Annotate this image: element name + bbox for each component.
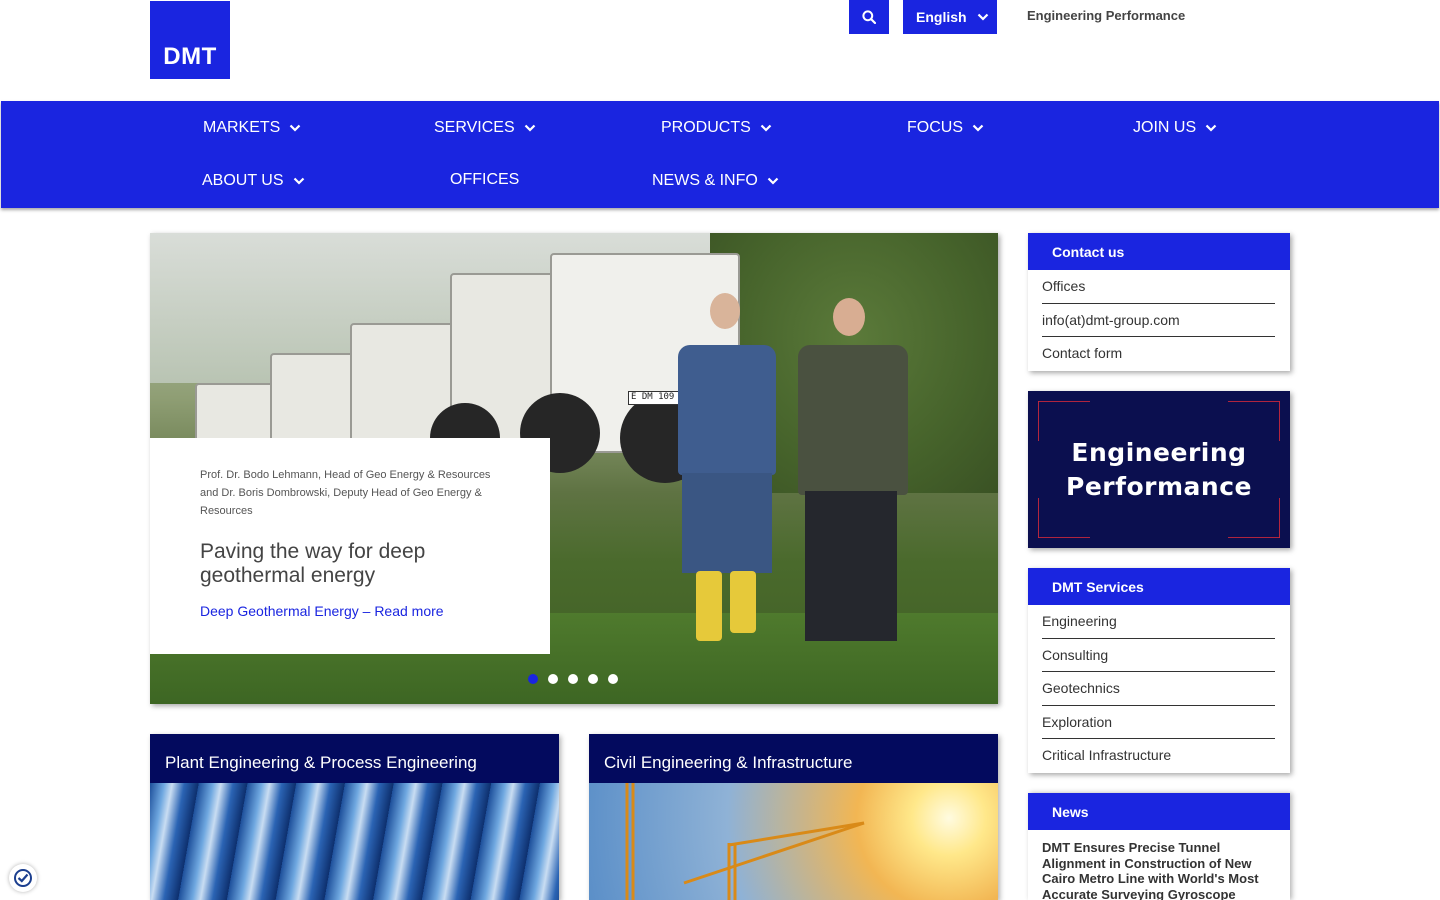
contact-link-offices[interactable]: Offices bbox=[1042, 270, 1275, 304]
hero-caption-credit: Prof. Dr. Bodo Lehmann, Head of Geo Ener… bbox=[200, 469, 491, 517]
services-box: DMT Services Engineering Consulting Geot… bbox=[1028, 568, 1290, 773]
tile-title: Civil Engineering & Infrastructure bbox=[589, 734, 998, 783]
contact-box: Contact us Offices info(at)dmt-group.com… bbox=[1028, 233, 1290, 371]
nav-item-offices[interactable]: OFFICES bbox=[450, 171, 519, 189]
hero-slider[interactable]: E DM 109 Prof. Dr. Bodo Lehmann, Head of… bbox=[150, 233, 998, 704]
chevron-down-icon bbox=[1205, 124, 1217, 132]
hero-read-more-link[interactable]: Deep Geothermal Energy – Read more bbox=[200, 603, 500, 619]
contact-box-title: Contact us bbox=[1028, 233, 1290, 270]
banner-line-1: Engineering bbox=[1071, 438, 1247, 467]
nav-label: ABOUT US bbox=[202, 172, 284, 189]
nav-label: JOIN US bbox=[1133, 119, 1197, 136]
nav-item-join-us[interactable]: JOIN US bbox=[1133, 119, 1217, 137]
dmt-logo[interactable]: DMT bbox=[150, 1, 230, 79]
tile-title: Plant Engineering & Process Engineering bbox=[150, 734, 559, 783]
nav-item-news-info[interactable]: NEWS & INFO bbox=[652, 172, 779, 190]
nav-label: NEWS & INFO bbox=[652, 172, 758, 189]
logo-text: DMT bbox=[163, 43, 217, 70]
nav-label: FOCUS bbox=[907, 119, 963, 136]
slider-dot-5[interactable] bbox=[608, 674, 618, 684]
tile-image-cranes bbox=[589, 783, 998, 900]
privacy-settings-button[interactable] bbox=[9, 864, 37, 892]
services-link-exploration[interactable]: Exploration bbox=[1042, 706, 1275, 739]
banner-text: Engineering Performance bbox=[1028, 436, 1290, 504]
nav-label: MARKETS bbox=[203, 119, 281, 136]
tile-image-pipes bbox=[150, 783, 559, 900]
search-button[interactable] bbox=[849, 0, 889, 34]
hero-title: Paving the way for deep geothermal energ… bbox=[200, 540, 426, 587]
nav-item-services[interactable]: SERVICES bbox=[434, 119, 536, 137]
services-link-critical-infrastructure[interactable]: Critical Infrastructure bbox=[1042, 739, 1275, 773]
slider-dot-3[interactable] bbox=[568, 674, 578, 684]
news-box-title: News bbox=[1028, 793, 1290, 830]
search-icon bbox=[862, 10, 876, 24]
nav-item-about-us[interactable]: ABOUT US bbox=[202, 172, 305, 190]
slider-dot-4[interactable] bbox=[588, 674, 598, 684]
services-link-geotechnics[interactable]: Geotechnics bbox=[1042, 672, 1275, 706]
services-link-consulting[interactable]: Consulting bbox=[1042, 639, 1275, 672]
banner-line-2: Performance bbox=[1066, 472, 1252, 501]
services-link-engineering[interactable]: Engineering bbox=[1042, 605, 1275, 639]
language-selector[interactable]: English bbox=[903, 0, 997, 34]
chevron-down-icon bbox=[293, 177, 304, 185]
chevron-down-icon bbox=[760, 124, 772, 132]
engineering-performance-link[interactable]: Engineering Performance bbox=[1027, 8, 1185, 23]
contact-link-form[interactable]: Contact form bbox=[1042, 337, 1275, 371]
language-label: English bbox=[916, 9, 967, 25]
engineering-performance-banner[interactable]: Engineering Performance bbox=[1028, 391, 1290, 548]
nav-item-products[interactable]: PRODUCTS bbox=[661, 119, 772, 137]
main-navigation: MARKETS SERVICES PRODUCTS FOCUS JOIN US … bbox=[1, 101, 1439, 208]
slider-dot-1[interactable] bbox=[528, 674, 538, 684]
nav-label: SERVICES bbox=[434, 119, 515, 136]
hero-caption: Prof. Dr. Bodo Lehmann, Head of Geo Ener… bbox=[150, 438, 550, 654]
nav-label: OFFICES bbox=[450, 171, 520, 188]
truck-license-plate: E DM 109 bbox=[628, 391, 680, 405]
crane-illustration bbox=[625, 783, 865, 900]
news-headline-link[interactable]: DMT Ensures Precise Tunnel Alignment in … bbox=[1028, 830, 1290, 900]
tile-plant-engineering[interactable]: Plant Engineering & Process Engineering bbox=[150, 734, 559, 900]
chevron-down-icon bbox=[972, 124, 984, 132]
chevron-down-icon bbox=[767, 177, 779, 185]
shield-check-icon bbox=[14, 869, 32, 887]
chevron-down-icon bbox=[524, 124, 535, 132]
tile-civil-engineering[interactable]: Civil Engineering & Infrastructure bbox=[589, 734, 998, 900]
slider-pagination bbox=[528, 674, 618, 684]
chevron-down-icon bbox=[977, 13, 988, 21]
chevron-down-icon bbox=[290, 124, 301, 132]
slider-dot-2[interactable] bbox=[548, 674, 558, 684]
services-box-title: DMT Services bbox=[1028, 568, 1290, 605]
nav-label: PRODUCTS bbox=[661, 119, 751, 136]
contact-link-email[interactable]: info(at)dmt-group.com bbox=[1042, 304, 1275, 337]
news-box: News DMT Ensures Precise Tunnel Alignmen… bbox=[1028, 793, 1290, 900]
nav-item-markets[interactable]: MARKETS bbox=[203, 119, 301, 137]
nav-item-focus[interactable]: FOCUS bbox=[907, 119, 984, 137]
